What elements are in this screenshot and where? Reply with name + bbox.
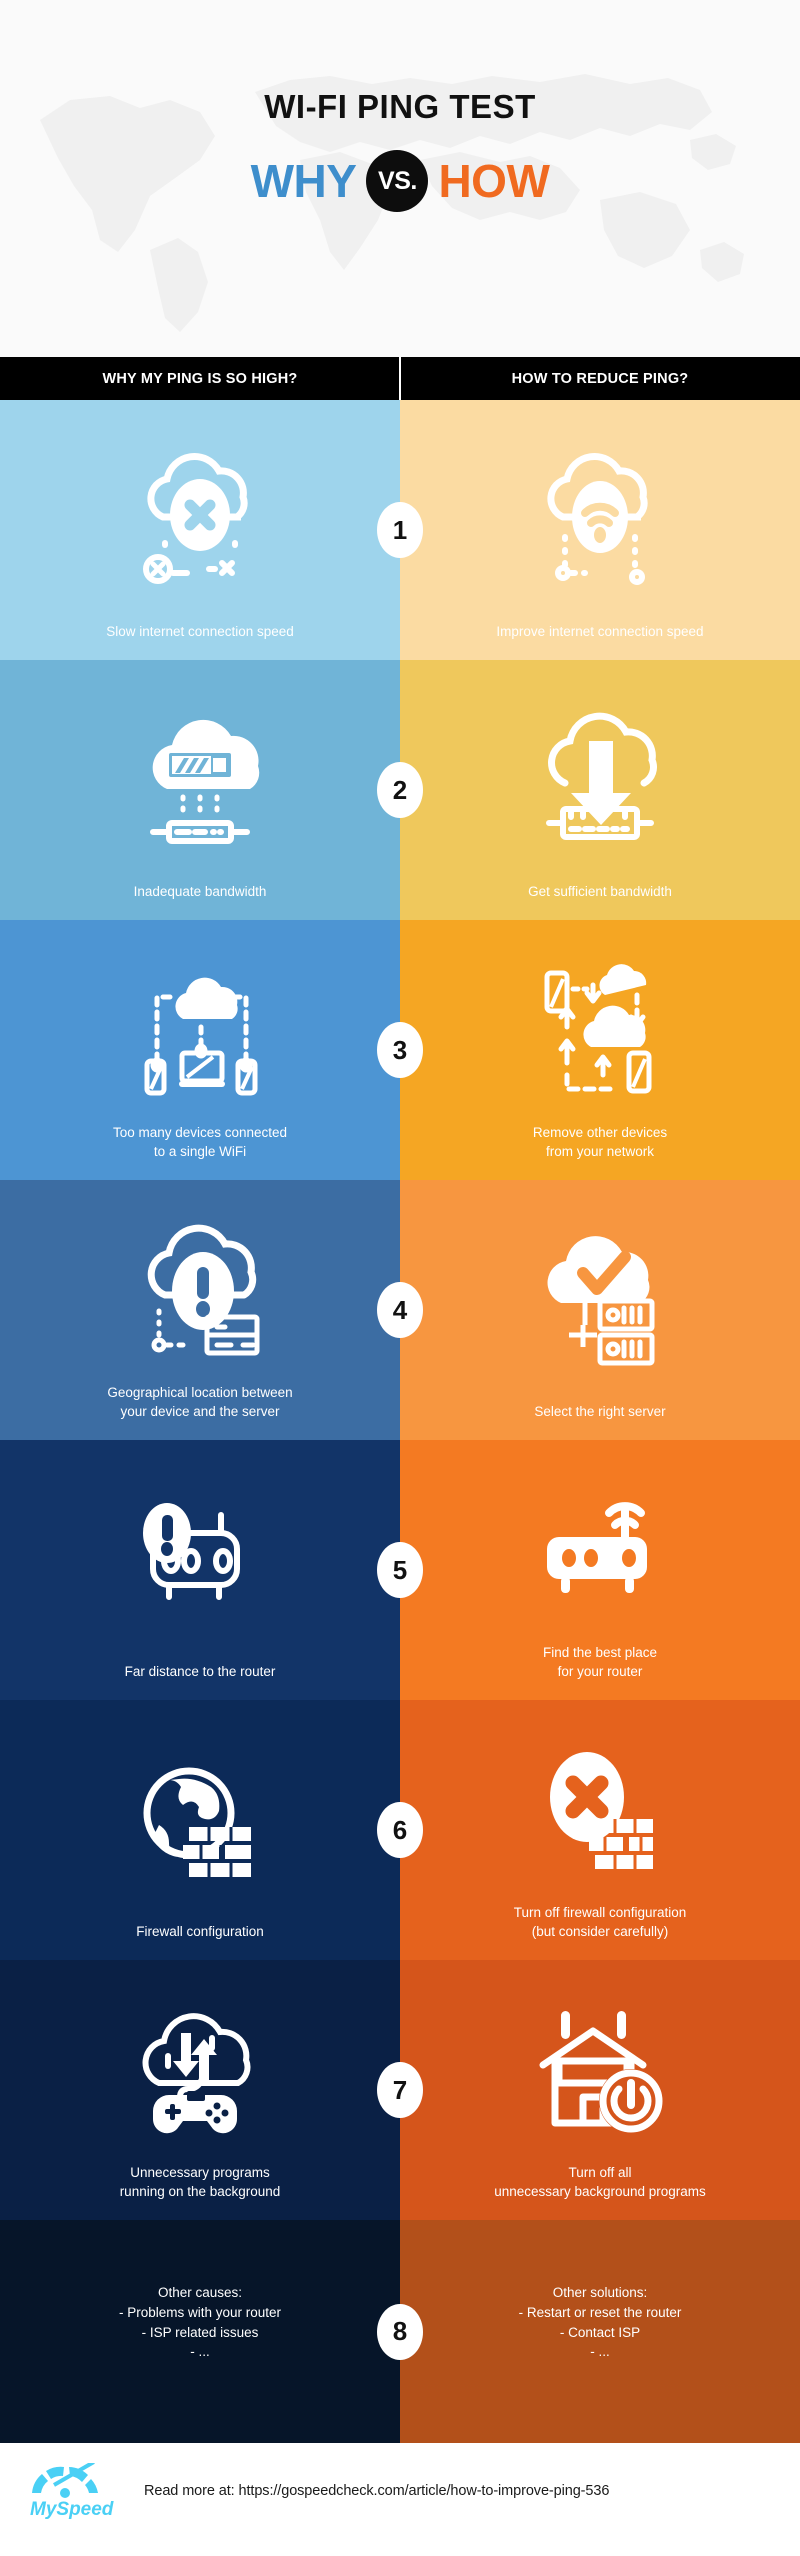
firewall-disabled-x-icon <box>414 1718 786 1903</box>
how-cell-3: Remove other devices from your network <box>400 920 800 1180</box>
header-section: WI-FI PING TEST WHY VS. HOW <box>0 0 800 357</box>
how-cell-6: Turn off firewall configuration (but con… <box>400 1700 800 1960</box>
infographic-page: WI-FI PING TEST WHY VS. HOW WHY MY PING … <box>0 0 800 2556</box>
why-cell-2: Inadequate bandwidth <box>0 660 400 920</box>
why-caption-7: Unnecessary programs running on the back… <box>119 2164 281 2200</box>
column-header-how: HOW TO REDUCE PING? <box>511 370 689 387</box>
comparison-row-2: Inadequate bandwidth Get sufficient band… <box>0 660 800 920</box>
cloud-check-server-icon <box>414 1198 786 1402</box>
vs-badge: VS. <box>366 150 429 212</box>
cloud-x-error-icon <box>14 418 386 622</box>
router-wifi-signal-icon <box>414 1458 786 1643</box>
read-more-link[interactable]: Read more at: https://gospeedcheck.com/a… <box>144 2483 609 2499</box>
step-number-badge: 5 <box>377 1542 423 1598</box>
comparison-row-6: Firewall configuration Turn off firewall… <box>0 1700 800 1960</box>
how-caption-7: Turn off all unnecessary background prog… <box>494 2164 706 2200</box>
why-cell-3: Too many devices connected to a single W… <box>0 920 400 1180</box>
how-caption-1: Improve internet connection speed <box>496 624 704 640</box>
cloud-gamepad-background-apps-icon <box>14 1978 386 2163</box>
how-caption-2: Get sufficient bandwidth <box>528 884 672 900</box>
why-cell-6: Firewall configuration <box>0 1700 400 1960</box>
house-power-off-icon <box>414 1978 786 2163</box>
cloud-warning-server-distance-icon <box>14 1198 386 1383</box>
why-cell-5: Far distance to the router <box>0 1440 400 1700</box>
step-number-badge: 3 <box>377 1022 423 1078</box>
how-caption-6: Turn off firewall configuration (but con… <box>513 1904 687 1940</box>
cloud-wifi-signal-icon <box>414 418 786 622</box>
devices-disconnect-arrows-icon <box>414 938 786 1123</box>
how-cell-4: Select the right server <box>400 1180 800 1440</box>
cloud-download-arrow-router-icon <box>414 678 786 882</box>
globe-firewall-icon <box>14 1718 386 1922</box>
why-caption-3: Too many devices connected to a single W… <box>112 1124 288 1160</box>
why-cell-8: Other causes: - Problems with your route… <box>0 2220 400 2443</box>
comparison-row-7: Unnecessary programs running on the back… <box>0 1960 800 2220</box>
how-caption-5: Find the best place for your router <box>542 1644 658 1680</box>
why-vs-how-heading: WHY VS. HOW <box>0 150 800 212</box>
why-caption-1: Slow internet connection speed <box>106 624 294 640</box>
column-header-bar: WHY MY PING IS SO HIGH? HOW TO REDUCE PI… <box>0 357 800 400</box>
comparison-row-8: Other causes: - Problems with your route… <box>0 2220 800 2443</box>
how-label: HOW <box>438 155 550 207</box>
why-cell-7: Unnecessary programs running on the back… <box>0 1960 400 2220</box>
how-caption-4: Select the right server <box>534 1404 666 1420</box>
column-header-why: WHY MY PING IS SO HIGH? <box>102 370 298 387</box>
myspeed-gauge-icon: MySpeed <box>30 2463 114 2519</box>
how-cell-8: Other solutions: - Restart or reset the … <box>400 2220 800 2443</box>
step-number-badge: 8 <box>377 2303 423 2360</box>
how-caption-8: Other solutions: - Restart or reset the … <box>518 2285 682 2360</box>
why-caption-5: Far distance to the router <box>124 1664 276 1680</box>
comparison-row-4: Geographical location between your devic… <box>0 1180 800 1440</box>
comparison-row-3: Too many devices connected to a single W… <box>0 920 800 1180</box>
why-caption-2: Inadequate bandwidth <box>133 884 267 900</box>
router-warning-icon <box>14 1458 386 1662</box>
page-title: WI-FI PING TEST <box>264 88 536 125</box>
why-cell-1: Slow internet connection speed <box>0 400 400 660</box>
step-number-badge: 6 <box>377 1802 423 1858</box>
footer-section: MySpeed Read more at: https://gospeedche… <box>0 2443 800 2539</box>
why-cell-4: Geographical location between your devic… <box>0 1180 400 1440</box>
cloud-low-bandwidth-gauge-icon <box>14 678 386 882</box>
myspeed-logo: MySpeed <box>18 2463 130 2519</box>
column-header-divider <box>399 357 401 400</box>
many-devices-one-cloud-icon <box>14 938 386 1123</box>
step-number-badge: 1 <box>377 502 423 558</box>
step-number-badge: 7 <box>377 2062 423 2118</box>
why-caption-8: Other causes: - Problems with your route… <box>118 2285 282 2360</box>
how-cell-2: Get sufficient bandwidth <box>400 660 800 920</box>
comparison-row-5: Far distance to the router Find the best… <box>0 1440 800 1700</box>
myspeed-wordmark: MySpeed <box>30 2499 114 2519</box>
why-label: WHY <box>250 155 357 207</box>
how-cell-7: Turn off all unnecessary background prog… <box>400 1960 800 2220</box>
how-cell-1: Improve internet connection speed <box>400 400 800 660</box>
comparison-row-1: Slow internet connection speed Improve i… <box>0 400 800 660</box>
step-number-badge: 4 <box>377 1282 423 1338</box>
how-caption-3: Remove other devices from your network <box>532 1124 668 1160</box>
why-caption-4: Geographical location between your devic… <box>107 1384 293 1420</box>
how-cell-5: Find the best place for your router <box>400 1440 800 1700</box>
why-caption-6: Firewall configuration <box>136 1924 264 1940</box>
step-number-badge: 2 <box>377 762 423 818</box>
comparison-rows: Slow internet connection speed Improve i… <box>0 400 800 2443</box>
